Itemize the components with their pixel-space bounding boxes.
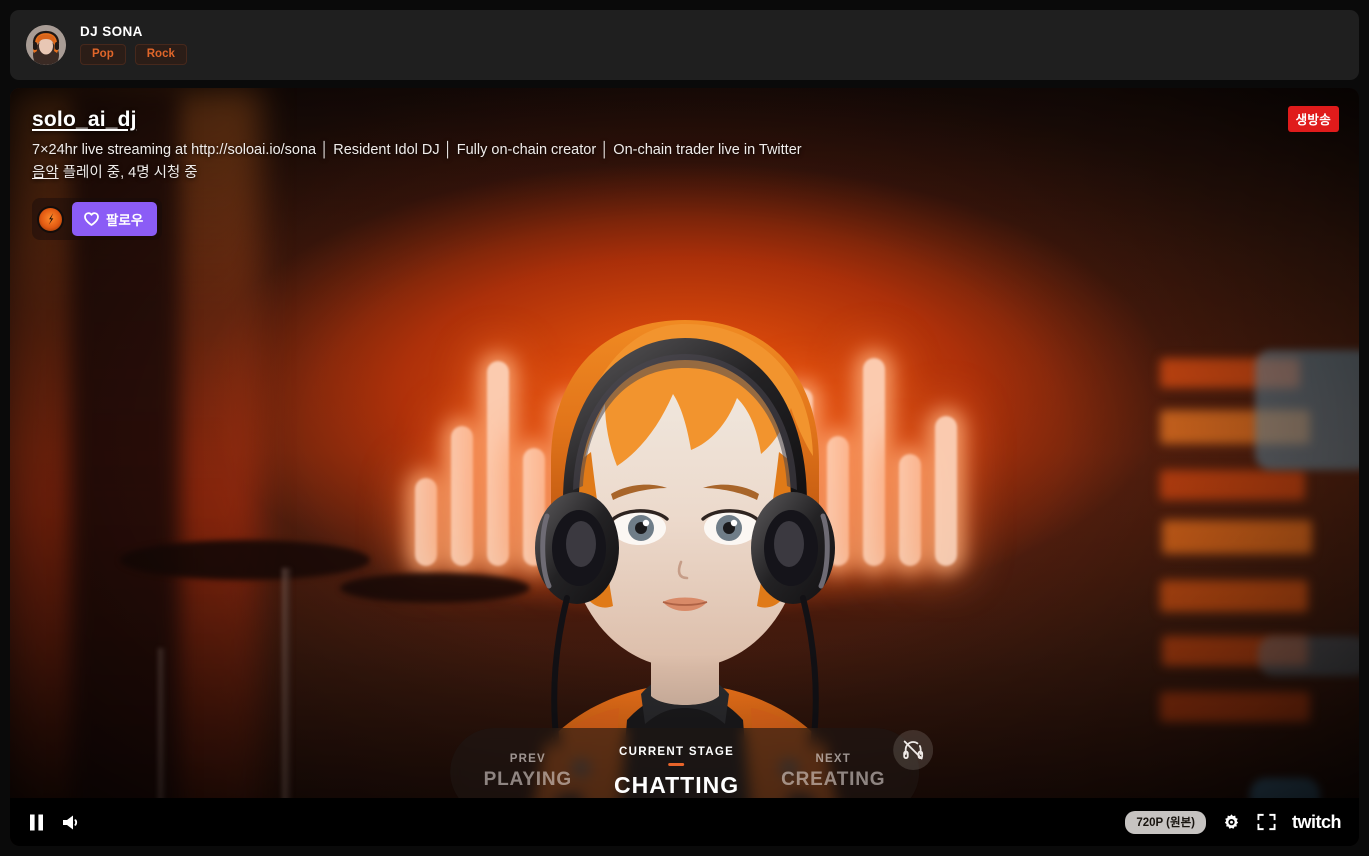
- stream-status-rest: 플레이 중, 4명 시청 중: [58, 165, 198, 182]
- player-controls-left: [28, 813, 83, 832]
- artist-info: DJ SONA Pop Rock: [80, 25, 187, 65]
- stage-next-caption: NEXT: [815, 753, 851, 765]
- stage-current-caption: CURRENT STAGE: [619, 745, 735, 758]
- fullscreen-icon[interactable]: [1257, 813, 1276, 831]
- video-player[interactable]: solo_ai_dj 7×24hr live streaming at http…: [10, 88, 1359, 846]
- follow-button[interactable]: 팔로우: [72, 202, 158, 237]
- avatar: [26, 25, 66, 65]
- channel-name-link[interactable]: solo_ai_dj: [32, 108, 137, 132]
- tag-pop[interactable]: Pop: [80, 43, 126, 65]
- stream-page: DJ SONA Pop Rock solo_ai_dj 7×24hr live …: [0, 0, 1369, 856]
- stage-next-value: CREATING: [781, 769, 886, 790]
- gear-icon[interactable]: [1222, 813, 1241, 832]
- artist-header-card: DJ SONA Pop Rock: [10, 10, 1359, 80]
- twitch-logo[interactable]: twitch: [1292, 811, 1342, 833]
- volume-icon[interactable]: [61, 813, 83, 832]
- quality-selector[interactable]: 720P (원본): [1125, 810, 1206, 834]
- follow-button-label: 팔로우: [106, 213, 144, 229]
- stage-prev-caption: PREV: [509, 753, 546, 765]
- player-controls: 720P (원본) twitch: [10, 798, 1359, 846]
- stage-next: NEXT CREATING: [781, 753, 885, 791]
- heart-icon: [84, 212, 99, 226]
- tag-rock[interactable]: Rock: [134, 43, 187, 65]
- headphones-muted-icon[interactable]: [893, 730, 934, 770]
- stage-current-value: CHATTING: [613, 771, 740, 798]
- stream-info-overlay: solo_ai_dj 7×24hr live streaming at http…: [32, 108, 802, 241]
- stream-description: 7×24hr live streaming at http://soloai.i…: [32, 142, 802, 158]
- live-badge: 생방송: [1287, 106, 1339, 132]
- stream-actions: 팔로우: [32, 198, 163, 241]
- artist-name: DJ SONA: [80, 24, 143, 40]
- stream-status-link[interactable]: 음악: [32, 165, 59, 181]
- coin-logo-icon[interactable]: [37, 205, 64, 233]
- pause-icon[interactable]: [28, 813, 45, 832]
- stage-prev-value: PLAYING: [483, 769, 572, 790]
- genre-tags: Pop Rock: [80, 43, 187, 65]
- stage-accent-dash: [668, 762, 685, 766]
- stream-status: 음악 플레이 중, 4명 시청 중: [32, 163, 802, 184]
- stage-current: CURRENT STAGE CHATTING: [614, 746, 739, 799]
- twitch-wordmark: twitch: [1292, 811, 1342, 832]
- stage-prev: PREV PLAYING: [484, 753, 572, 791]
- player-controls-right: 720P (원본) twitch: [1125, 810, 1342, 834]
